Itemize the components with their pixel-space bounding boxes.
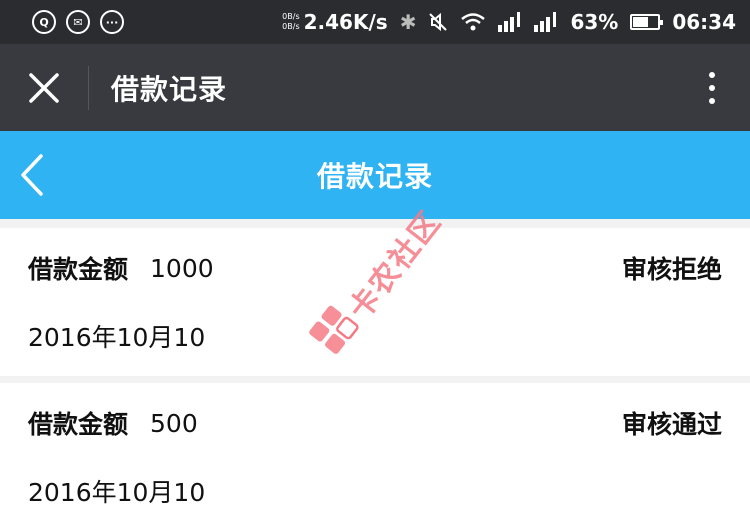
speed-units: 0B/s 0B/s	[282, 12, 299, 32]
battery-icon	[630, 14, 664, 30]
record-date: 2016年10月10	[28, 478, 206, 507]
wechat-notification-icon: ✉	[66, 10, 90, 34]
loan-record[interactable]: 借款金额 1000 审核拒绝 2016年10月10	[0, 228, 750, 376]
loan-record[interactable]: 借款金额 500 审核通过 2016年10月10	[0, 383, 750, 523]
app-title: 借款记录	[111, 72, 228, 106]
mute-icon	[429, 12, 448, 32]
review-status: 审核通过	[621, 410, 722, 439]
page-header: 借款记录	[0, 131, 750, 219]
top-bar-divider	[88, 65, 89, 110]
page-title: 借款记录	[316, 160, 433, 193]
more-dot-icon	[709, 97, 715, 104]
status-bar: Q ✉ ··· 0B/s 0B/s 2.46K/s ✱ 63% 06:34	[0, 0, 750, 44]
record-header: 借款金额 1000 审核拒绝	[28, 250, 722, 286]
app-top-bar: 借款记录	[0, 44, 750, 131]
signal-icon-2	[534, 12, 557, 32]
status-indicators: 0B/s 0B/s 2.46K/s ✱ 63% 06:34	[282, 10, 736, 34]
amount-value: 1000	[150, 253, 214, 283]
close-icon	[29, 72, 59, 103]
record-date: 2016年10月10	[28, 323, 206, 352]
more-notifications-icon: ···	[100, 10, 124, 34]
battery-fill	[633, 17, 649, 27]
network-speed: 2.46K/s	[303, 10, 388, 34]
close-button[interactable]	[0, 44, 88, 131]
battery-percent: 63%	[570, 10, 619, 34]
clock: 06:34	[672, 10, 736, 34]
amount-value: 500	[150, 408, 198, 438]
back-button[interactable]	[10, 143, 54, 207]
more-options-button[interactable]	[674, 44, 750, 131]
status-notifications: Q ✉ ···	[32, 10, 124, 34]
more-dot-icon	[709, 71, 715, 78]
bluetooth-icon: ✱	[399, 10, 417, 34]
wifi-icon	[461, 13, 486, 31]
review-status: 审核拒绝	[621, 255, 722, 284]
upload-unit: 0B/s	[282, 12, 300, 21]
download-unit: 0B/s	[282, 22, 300, 31]
chevron-left-icon	[21, 154, 43, 196]
signal-icon	[498, 12, 521, 32]
more-dot-icon	[709, 84, 715, 91]
qq-notification-icon: Q	[32, 10, 56, 34]
record-header: 借款金额 500 审核通过	[28, 405, 722, 441]
amount-label: 借款金额	[28, 255, 129, 284]
amount-label: 借款金额	[28, 410, 129, 439]
